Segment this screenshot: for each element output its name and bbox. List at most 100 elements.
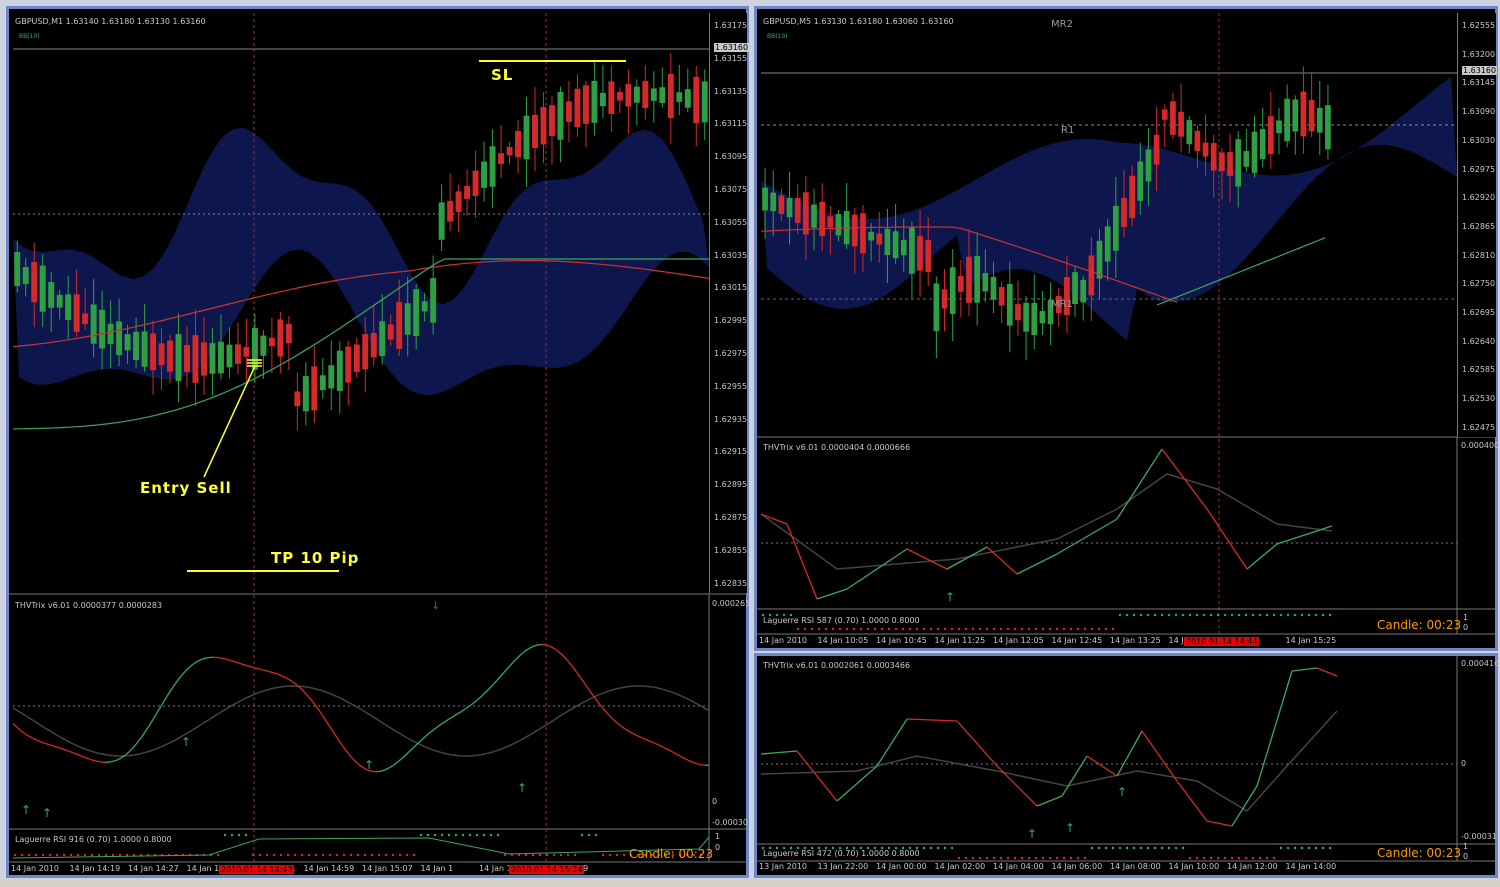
m1-time-axis[interactable]: 14 Jan 2010 14 Jan 14:19 14 Jan 14:27 14 Ja… [9,864,746,875]
m1-laguerre-dot [300,853,304,857]
m1-laguerre-dot [524,853,528,857]
m5-laguerre-dot [1314,613,1318,617]
h1-time-axis[interactable]: 13 Jan 2010 13 Jan 22:00 14 Jan 00:00 14 Ja… [757,862,1495,873]
m5-candle-body [811,204,817,228]
m1-candle-body [565,101,572,122]
m5-candle-body [1145,149,1152,182]
m1-price-scale[interactable]: 1.63175 1.63155 1.63135 1.63115 1.63095 1.630… [709,13,747,593]
m5-laguerre-dot [1216,613,1220,617]
m5-time-axis[interactable]: 14 Jan 2010 14 Jan 10:05 14 Jan 10:45 14 Ja… [757,636,1495,647]
price-axis-label: 1.63115 [714,119,748,129]
price-axis-label: 1.62955 [714,381,748,391]
m5-laguerre-dot [831,627,835,631]
m1-trix-line [96,760,102,763]
m1-candle-body [217,341,224,374]
m5-candle-body [1210,143,1217,171]
m1-time-marker-1: 2010.01.14 14:43 [219,865,295,874]
price-axis-label: 1.62915 [714,447,748,457]
m5-laguerre-dot [824,627,828,631]
m5-laguerre-dot [1174,613,1178,617]
m1-candle-body [167,340,173,372]
time-axis-label: 13 Jan 2010 [759,862,807,871]
m1-laguerre-scale-1: 1 [715,832,721,841]
h1-laguerre-dot [1328,846,1332,850]
price-axis-label: 1.63175 [714,21,748,30]
h1-laguerre-dot [1125,846,1129,850]
m1-candle-body [65,294,72,321]
m1-price-chart[interactable]: ↑ ↑ ↑ ↑ ↑ ↓ [9,9,746,875]
m1-candle-body [625,83,632,107]
m5-laguerre-dot [908,627,912,631]
h1-laguerre-dot [1293,846,1297,850]
h1-laguerre-dot [1167,846,1171,850]
m1-candle-body [404,303,411,335]
m5-price-chart[interactable]: ↑ [757,9,1495,648]
m1-candle-body [684,89,691,108]
h1-trix-title: THVTrix v6.01 0.0002061 0.0003466 [763,661,911,670]
m5-laguerre-dot [1027,627,1031,631]
h1-indicator-chart[interactable]: ↑ ↑ ↑ [757,656,1495,875]
m1-laguerre-dot [223,833,227,837]
m1-candle-body [506,147,513,156]
m1-candle-body [73,294,80,332]
m5-laguerre-dot [1251,613,1255,617]
m1-candle-body [574,88,581,128]
m1-candle-body [82,313,89,324]
price-axis-label: 1.62855 [714,545,748,555]
time-axis-label: 14 Jan 10:00 [1168,862,1220,871]
m5-laguerre-dot [1237,613,1241,617]
m5-laguerre-dot [887,627,891,631]
chart-window-gbpusd-m5[interactable]: ↑ GBPUSD,M5 1.63130 1.63180 1.63060 1.63… [754,6,1500,651]
chart-window-gbpusd-m1[interactable]: ↑ ↑ ↑ ↑ ↑ ↓ GBPUSD,M1 1.63140 1.63180 1.63130… [6,6,750,878]
m5-price-scale[interactable]: 1.62555 1.63200 1.63145 1.63090 1.63030 1.629… [1457,13,1496,437]
m1-candle-body [549,105,555,136]
m1-time-marker-2: 2010.01.14 15:24 [509,865,585,874]
price-axis-label: 1.62555 [1462,21,1496,30]
m5-candle-body [794,197,801,223]
h1-laguerre-dot [1258,856,1262,860]
m1-indicator-tag: BB(10) [19,33,40,40]
h1-laguerre-dot [1062,856,1066,860]
m5-laguerre-dot [1132,613,1136,617]
m1-candle-body [22,267,29,285]
m5-laguerre-dot [1188,613,1192,617]
m1-candle-body [447,200,454,222]
m1-laguerre-dot [27,853,31,857]
m1-candle-body [116,321,123,356]
m5-laguerre-dot [929,627,933,631]
m1-trix-line [376,770,382,773]
price-axis-label: 1.62810 [1462,250,1496,260]
m5-candle-body [1186,120,1193,145]
chart-window-indicator-h1[interactable]: ↑ ↑ ↑ THVTrix v6.01 0.0002061 0.0003466 0.… [754,653,1499,878]
m1-laguerre-dot [97,853,101,857]
m1-candle-body [421,301,428,312]
h1-laguerre-dot [1006,856,1010,860]
m5-laguerre-dot [1090,627,1094,631]
m5-laguerre-dot [1300,613,1304,617]
m1-candle-body [608,81,615,114]
m1-candle-body [616,91,623,101]
price-axis-label: 1.63035 [714,250,748,260]
pivot-mr2-label: MR2 [1051,19,1073,30]
m1-trix-line [216,656,222,659]
m5-laguerre-scale-1: 1 [1463,613,1469,622]
m5-candle-body [1300,91,1307,137]
price-axis-label: 1.63200 [1462,49,1496,59]
time-axis-label: 14 Jan 14:00 [1285,862,1337,871]
h1-laguerre-dot [1279,846,1283,850]
m1-laguerre-dot [622,853,626,857]
h1-laguerre-dot [1132,846,1136,850]
m5-laguerre-dot [803,627,807,631]
m5-laguerre-dot [1146,613,1150,617]
m5-candle-body [803,192,809,235]
m5-laguerre-dot [817,627,821,631]
up-arrow-icon: ↑ [1065,821,1075,835]
m5-laguerre-dot [957,627,961,631]
m5-laguerre-dot [810,627,814,631]
m1-laguerre-dot [419,833,423,837]
m5-candle-body [1006,283,1013,326]
h1-laguerre-dot [992,856,996,860]
m5-candle-body [1259,129,1266,160]
m5-laguerre-dot [1286,613,1290,617]
m5-trix-scale-top: 0.000400 [1461,441,1500,450]
